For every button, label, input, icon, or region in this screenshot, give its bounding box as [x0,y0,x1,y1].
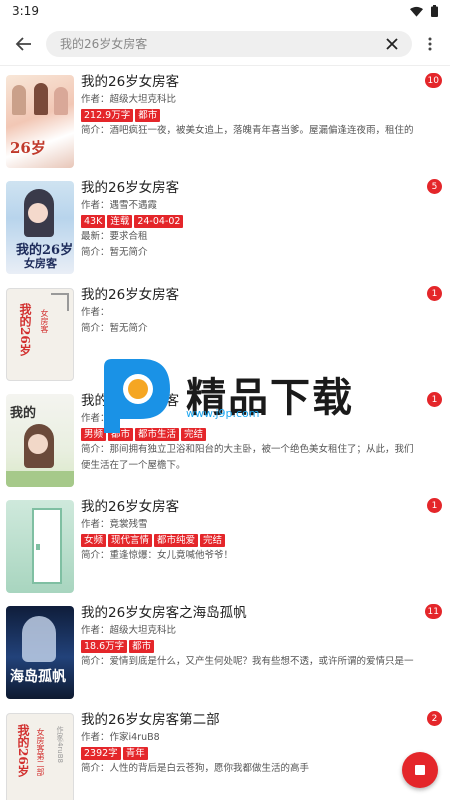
book-tag: 2392字 [81,747,121,760]
book-tags: 女频 现代言情 都市纯爱 完结 [81,534,420,547]
search-input[interactable] [60,36,382,51]
list-item[interactable]: 海岛孤帆 我的26岁女房客之海岛孤帆 作者：超级大坦克科比 18.6万字 都市 … [0,597,450,704]
book-info: 我的26岁女房客 作者： 男频 都市 都市生活 完结 简介：那间拥有独立卫浴和阳… [81,393,442,491]
book-author: 作者：超级大坦克科比 [81,625,177,636]
book-tag: 完结 [181,428,207,441]
book-title: 我的26岁女房客第二部 [81,712,220,728]
book-intro: 简介：重逢惊爆：女儿竟喊他爷爷！ [81,550,234,561]
book-tags: 43K 连载 24-04-02 [81,215,420,228]
book-info: 我的26岁女房客 作者： 简介：暂无简介 [81,287,442,385]
book-tag: 现代言情 [108,534,153,547]
unread-badge: 1 [427,392,442,407]
unread-badge: 2 [427,711,442,726]
book-results-list: 26岁 我的26岁女房客 作者：超级大坦克科比 212.9万字 都市 简介：酒吧… [0,66,450,800]
status-time: 3:19 [12,4,39,18]
book-title: 我的26岁女房客 [81,287,180,303]
unread-badge: 5 [427,179,442,194]
back-button[interactable] [8,28,40,60]
list-item[interactable]: 我的26岁 女房客 我的26岁女房客 作者： 简介：暂无简介 1 [0,279,450,385]
stop-icon [415,765,425,775]
book-title: 我的26岁女房客 [81,74,180,90]
book-tag: 都市 [129,640,155,653]
book-tag: 43K [81,215,106,228]
book-author: 作者：作家i4ruB8 [81,732,160,743]
book-tag: 男频 [81,428,107,441]
status-icons [410,5,438,17]
unread-badge: 10 [424,73,442,88]
book-cover: 我的26岁 女房客 [6,288,74,381]
list-item[interactable]: 我的26岁 女房客 我的26岁女房客 作者：遇雪不遇霞 43K 连载 24-04… [0,172,450,279]
book-tag: 青年 [122,747,148,760]
book-tag: 女频 [81,534,107,547]
book-info: 我的26岁女房客之海岛孤帆 作者：超级大坦克科比 18.6万字 都市 简介：爱情… [81,605,442,704]
book-author: 作者：竟裳残雪 [81,519,148,530]
book-cover: 我的26岁 女房客 [6,181,74,274]
stop-button[interactable] [402,752,438,788]
book-title: 我的26岁女房客 [81,180,180,196]
book-tag: 都市纯爱 [154,534,199,547]
book-tag: 都市 [135,109,161,122]
list-item[interactable]: 我的 我的26岁女房客 作者： 男频 都市 都市生活 完结 简介：那间拥有独立卫… [0,385,450,491]
unread-badge: 1 [427,498,442,513]
book-cover [6,500,74,593]
arrow-left-icon [15,36,31,51]
book-author: 作者：遇雪不遇霞 [81,200,158,211]
book-intro: 简介：那间拥有独立卫浴和阳台的大主卧，被一个绝色美女租住了；从此，我们便生活在了… [81,444,414,471]
book-intro: 简介：人性的背后是白云苍狗，愿你我都做生活的高手 [81,763,310,774]
book-cover: 海岛孤帆 [6,606,74,699]
book-tags: 212.9万字 都市 [81,109,420,122]
book-intro: 简介：酒吧疯狂一夜，被美女追上，落魄青年喜当爹。屋漏偏逢连夜雨，租住的 [81,125,414,136]
book-tags: 18.6万字 都市 [81,640,420,653]
book-info: 我的26岁女房客第二部 作者：作家i4ruB8 2392字 青年 简介：人性的背… [81,712,442,800]
list-item[interactable]: 26岁 我的26岁女房客 作者：超级大坦克科比 212.9万字 都市 简介：酒吧… [0,66,450,172]
book-tags: 2392字 青年 [81,747,420,760]
book-tag: 18.6万字 [81,640,128,653]
book-info: 我的26岁女房客 作者：超级大坦克科比 212.9万字 都市 简介：酒吧疯狂一夜… [81,74,442,172]
search-toolbar [0,22,450,66]
book-tags: 男频 都市 都市生活 完结 [81,428,420,441]
book-intro: 简介：爱情到底是什么，又产生何处呢？我有些想不透，或许所谓的爱情只是一 [81,656,414,667]
book-tag: 都市生活 [135,428,180,441]
wifi-icon [410,6,423,17]
book-cover: 26岁 [6,75,74,168]
book-author: 作者：超级大坦克科比 [81,94,177,105]
book-title: 我的26岁女房客 [81,499,180,515]
more-vert-icon [428,37,432,50]
unread-badge: 11 [424,604,442,619]
book-title: 我的26岁女房客之海岛孤帆 [81,605,247,621]
search-box[interactable] [46,30,412,57]
list-item[interactable]: 我的26岁女房客 作者：竟裳残雪 女频 现代言情 都市纯爱 完结 简介：重逢惊爆… [0,491,450,597]
book-tag: 24-04-02 [134,215,184,228]
book-info: 我的26岁女房客 作者：遇雪不遇霞 43K 连载 24-04-02 最新：要求合… [81,180,442,279]
book-cover: 我的 [6,394,74,487]
book-info: 我的26岁女房客 作者：竟裳残雪 女频 现代言情 都市纯爱 完结 简介：重逢惊爆… [81,499,442,597]
book-author: 作者： [81,307,110,318]
book-tag: 完结 [200,534,226,547]
list-item[interactable]: 我的26岁 女房客第二部 作家i4ruB8 我的26岁女房客第二部 作者：作家i… [0,704,450,800]
book-tag: 212.9万字 [81,109,134,122]
book-title: 我的26岁女房客 [81,393,180,409]
book-cover: 我的26岁 女房客第二部 作家i4ruB8 [6,713,74,800]
status-bar: 3:19 [0,0,450,22]
book-author: 作者： [81,413,110,424]
book-tag: 连载 [107,215,133,228]
unread-badge: 1 [427,286,442,301]
clear-search-button[interactable] [382,34,402,54]
book-intro: 简介：暂无简介 [81,247,148,258]
more-options-button[interactable] [418,28,442,60]
book-intro: 简介：暂无简介 [81,323,148,334]
battery-icon [431,5,438,17]
book-tag: 都市 [108,428,134,441]
book-latest: 最新：要求合租 [81,231,148,242]
close-icon [386,37,398,50]
